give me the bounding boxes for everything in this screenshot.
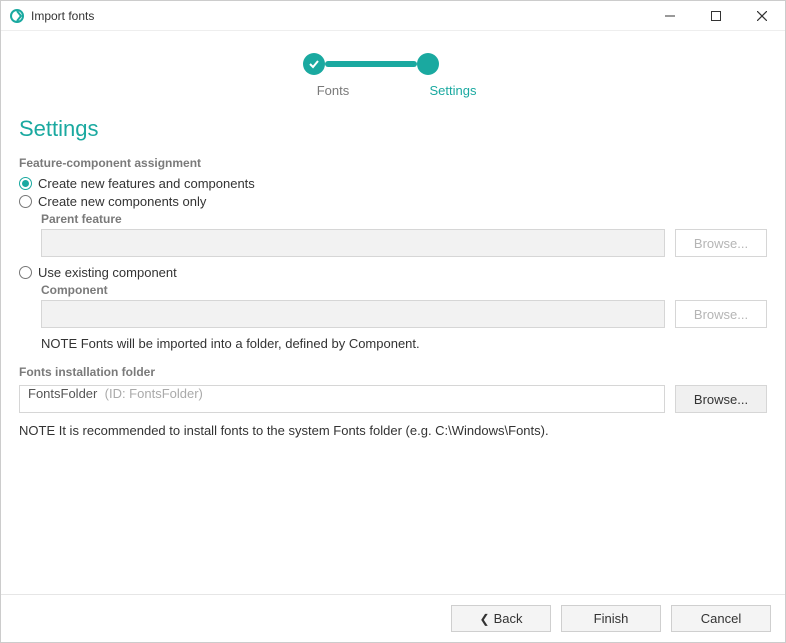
component-block: Component Browse... <box>41 283 767 328</box>
radio-create-components[interactable]: Create new components only <box>19 194 767 209</box>
feature-assignment-label: Feature-component assignment <box>19 156 767 170</box>
back-button[interactable]: ❮ Back <box>451 605 551 632</box>
step-fonts[interactable] <box>303 53 325 75</box>
parent-feature-browse-button: Browse... <box>675 229 767 257</box>
install-folder-value: FontsFolder <box>28 386 97 401</box>
component-browse-button: Browse... <box>675 300 767 328</box>
component-input <box>41 300 665 328</box>
parent-feature-input <box>41 229 665 257</box>
close-button[interactable] <box>739 1 785 31</box>
wizard-footer: ❮ Back Finish Cancel <box>1 594 785 642</box>
cancel-label: Cancel <box>701 611 741 626</box>
step-label-settings: Settings <box>423 83 483 98</box>
component-note: NOTE Fonts will be imported into a folde… <box>41 336 767 351</box>
circle-icon <box>417 53 439 75</box>
app-icon <box>9 8 25 24</box>
step-label-fonts: Fonts <box>303 83 363 98</box>
radio-label: Use existing component <box>38 265 177 280</box>
install-folder-note: NOTE It is recommended to install fonts … <box>19 423 767 438</box>
finish-button[interactable]: Finish <box>561 605 661 632</box>
cancel-button[interactable]: Cancel <box>671 605 771 632</box>
parent-feature-block: Parent feature Browse... <box>41 212 767 257</box>
parent-feature-label: Parent feature <box>41 212 767 226</box>
titlebar: Import fonts <box>1 1 785 31</box>
radio-label: Create new features and components <box>38 176 255 191</box>
radio-icon <box>19 177 32 190</box>
radio-label: Create new components only <box>38 194 206 209</box>
install-folder-label: Fonts installation folder <box>19 365 767 379</box>
finish-label: Finish <box>594 611 629 626</box>
install-folder-input[interactable]: FontsFolder (ID: FontsFolder) <box>19 385 665 413</box>
radio-icon <box>19 195 32 208</box>
install-folder-hint-text: (ID: FontsFolder) <box>105 386 203 401</box>
back-label: Back <box>494 611 523 626</box>
chevron-left-icon: ❮ <box>480 612 490 626</box>
wizard-stepper: Fonts Settings <box>1 31 785 104</box>
page-title: Settings <box>19 116 767 142</box>
radio-use-existing[interactable]: Use existing component <box>19 265 767 280</box>
component-label: Component <box>41 283 767 297</box>
install-folder-browse-button[interactable]: Browse... <box>675 385 767 413</box>
step-connector <box>325 61 417 67</box>
radio-create-features[interactable]: Create new features and components <box>19 176 767 191</box>
check-icon <box>303 53 325 75</box>
step-settings[interactable] <box>417 53 439 75</box>
radio-icon <box>19 266 32 279</box>
window-title: Import fonts <box>31 9 94 23</box>
minimize-button[interactable] <box>647 1 693 31</box>
content-area: Settings Feature-component assignment Cr… <box>1 104 785 594</box>
maximize-button[interactable] <box>693 1 739 31</box>
